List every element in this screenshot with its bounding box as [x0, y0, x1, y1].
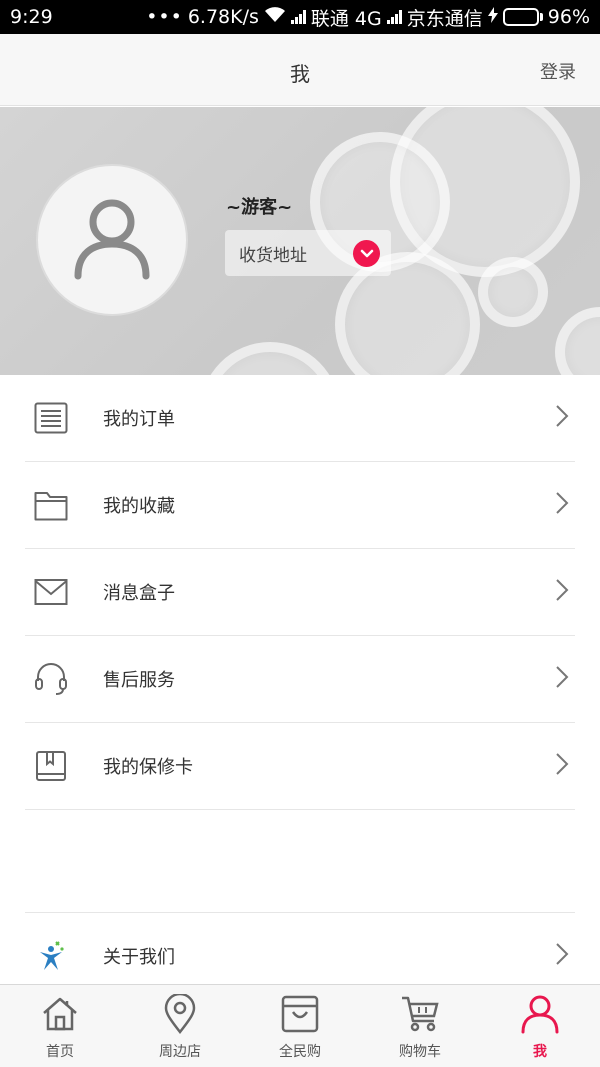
- page-title: 我: [290, 62, 310, 86]
- status-time: 9:29: [10, 6, 53, 28]
- list-icon: [33, 400, 69, 436]
- status-bar: 9:29 ••• 6.78K/s 联通 4G 京东通信 96%: [0, 0, 600, 34]
- nav-item-me[interactable]: 我: [480, 985, 600, 1067]
- network-speed: 6.78K/s: [187, 6, 259, 28]
- chevron-down-icon: [353, 240, 380, 267]
- chevron-right-icon: [555, 404, 569, 432]
- menu-item-favorites[interactable]: 我的收藏: [25, 462, 575, 549]
- nav-label: 购物车: [399, 1044, 441, 1060]
- nav-label: 周边店: [159, 1044, 201, 1060]
- login-button[interactable]: 登录: [540, 58, 576, 84]
- menu-list: 我的订单 我的收藏 消息盒子 售后服务 我的保修卡: [0, 375, 600, 810]
- wifi-icon: [264, 6, 286, 28]
- profile-header: ~游客~ 收货地址: [0, 107, 600, 375]
- signal-icon: [290, 10, 306, 24]
- status-indicators: ••• 6.78K/s 联通 4G 京东通信 96%: [146, 4, 590, 31]
- mail-icon: [33, 574, 69, 610]
- menu-item-orders[interactable]: 我的订单: [25, 375, 575, 462]
- battery-percent: 96%: [547, 6, 590, 28]
- decor-circle: [555, 307, 600, 375]
- menu-item-label: 我的保修卡: [103, 757, 193, 778]
- menu-item-label: 我的收藏: [103, 496, 175, 517]
- charging-icon: [487, 6, 498, 28]
- nav-label: 首页: [46, 1044, 74, 1060]
- bag-icon: [279, 993, 321, 1035]
- menu-item-label: 我的订单: [103, 409, 175, 430]
- home-icon: [39, 993, 81, 1035]
- title-bar: 我 登录: [0, 34, 600, 106]
- address-button[interactable]: 收货地址: [225, 230, 391, 276]
- avatar[interactable]: [36, 164, 188, 316]
- address-label: 收货地址: [239, 245, 307, 266]
- user-name: ~游客~: [226, 197, 293, 218]
- folder-icon: [33, 487, 69, 523]
- nav-item-home[interactable]: 首页: [0, 985, 120, 1067]
- chevron-right-icon: [555, 752, 569, 780]
- book-icon: [33, 748, 69, 784]
- app-screen: 9:29 ••• 6.78K/s 联通 4G 京东通信 96% 我 登录 ~游客…: [0, 0, 600, 1067]
- headset-icon: [33, 661, 69, 697]
- bottom-nav: 首页 周边店 全民购 购物车 我: [0, 984, 600, 1067]
- location-icon: [159, 993, 201, 1035]
- chevron-right-icon: [555, 491, 569, 519]
- logo-icon: [33, 938, 69, 974]
- decor-circle: [478, 257, 548, 327]
- user-avatar-icon: [72, 196, 152, 284]
- nav-item-cart[interactable]: 购物车: [360, 985, 480, 1067]
- chevron-right-icon: [555, 578, 569, 606]
- menu-item-messages[interactable]: 消息盒子: [25, 549, 575, 636]
- dots-icon: •••: [146, 6, 183, 28]
- chevron-right-icon: [555, 665, 569, 693]
- menu-item-label: 关于我们: [103, 946, 175, 968]
- signal-icon-2: [386, 10, 402, 24]
- menu-item-label: 售后服务: [103, 670, 175, 691]
- nav-item-group-buy[interactable]: 全民购: [240, 985, 360, 1067]
- user-icon: [519, 993, 561, 1035]
- nav-item-nearby[interactable]: 周边店: [120, 985, 240, 1067]
- menu-item-after-sales[interactable]: 售后服务: [25, 636, 575, 723]
- chevron-right-icon: [555, 942, 569, 970]
- carrier-2: 京东通信: [406, 7, 483, 30]
- cart-icon: [399, 993, 441, 1035]
- menu-item-label: 消息盒子: [103, 583, 175, 604]
- nav-label: 我: [533, 1044, 547, 1060]
- carrier-1: 联通 4G: [310, 7, 382, 30]
- about-section: 关于我们: [0, 912, 600, 984]
- battery-icon: [502, 8, 543, 26]
- decor-circle: [200, 342, 340, 375]
- nav-label: 全民购: [279, 1044, 321, 1060]
- menu-item-warranty[interactable]: 我的保修卡: [25, 723, 575, 810]
